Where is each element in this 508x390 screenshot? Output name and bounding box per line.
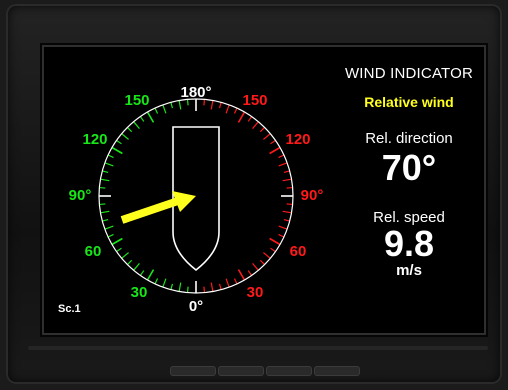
dial-tick [283, 218, 290, 222]
dial-tick [233, 107, 238, 114]
speed-value: 9.8 [383, 223, 435, 264]
dial-tick [278, 154, 285, 159]
dial-tick [286, 203, 293, 206]
dial-tick [259, 259, 266, 266]
port-label-60: 60 [85, 243, 102, 260]
dial-tick [107, 154, 114, 159]
dial-tick [126, 259, 133, 266]
dial-tick [100, 210, 110, 214]
dial-tick [263, 133, 271, 140]
dial-tick [218, 283, 222, 290]
dial-tick [170, 283, 174, 290]
dial-tick [162, 104, 167, 114]
dial-tick [203, 286, 206, 293]
dial-tick [104, 225, 114, 230]
dial-tick [225, 278, 230, 288]
dial-tick [270, 247, 276, 253]
bezel-divider [28, 346, 488, 350]
dial-tick [111, 146, 123, 155]
dial-tick [282, 210, 292, 214]
hardware-button-1[interactable] [170, 366, 216, 376]
hardware-button-4[interactable] [314, 366, 360, 376]
dial-tick [186, 286, 189, 293]
dial-tick [104, 162, 114, 167]
dial-tick [278, 162, 288, 167]
dial-tick [162, 278, 167, 288]
dial-tick [121, 252, 129, 259]
port-label-150: 150 [124, 92, 149, 109]
dial-tick [126, 126, 133, 133]
dial-label-0: 0° [189, 298, 203, 315]
dial-tick [178, 282, 182, 292]
dial-tick [210, 282, 214, 292]
dial-tick [286, 186, 293, 189]
dial-tick [102, 218, 109, 222]
dial-tick [139, 116, 145, 122]
dial-tick [99, 203, 106, 206]
dial-tick [121, 133, 129, 140]
dial-tick [146, 111, 155, 123]
panel-subtitle: Relative wind [364, 94, 454, 110]
dial-tick [270, 139, 276, 145]
direction-value: 70° [381, 147, 437, 188]
dial-tick [252, 121, 259, 129]
info-panel: WIND INDICATOR Relative wind Rel. direct… [334, 65, 484, 279]
dial-tick [170, 102, 174, 109]
direction-label: Rel. direction [365, 130, 453, 147]
starboard-label-30: 30 [247, 284, 264, 301]
dial-tick [146, 269, 155, 281]
speed-unit: m/s [396, 262, 422, 279]
dial-tick [282, 178, 292, 182]
dial-tick [210, 100, 214, 110]
dial-tick [237, 111, 246, 123]
wind-arrow-icon [120, 191, 196, 224]
dial-tick [178, 100, 182, 110]
starboard-label-150: 150 [242, 92, 267, 109]
dial-tick [225, 104, 230, 114]
dial-tick [102, 170, 109, 174]
starboard-label-60: 60 [290, 243, 307, 260]
port-label-90: 90° [69, 187, 92, 204]
starboard-label-120: 120 [285, 131, 310, 148]
dial-tick [100, 178, 110, 182]
port-label-30: 30 [131, 284, 148, 301]
dial-tick [133, 263, 140, 271]
dial-tick [278, 233, 285, 238]
dial-tick [247, 270, 253, 276]
dial-tick [263, 252, 271, 259]
dial-tick [237, 269, 246, 281]
dial-tick [154, 107, 159, 114]
dial-tick [139, 270, 145, 276]
dial-tick [252, 263, 259, 271]
dial-tick [269, 146, 281, 155]
starboard-label-90: 90° [301, 187, 324, 204]
dial-tick [247, 116, 253, 122]
dial-tick [218, 102, 222, 109]
dial-tick [133, 121, 140, 129]
dial-tick [111, 237, 123, 246]
panel-title: WIND INDICATOR [344, 65, 474, 82]
display-screen: 180° 0° 150 120 90° 60 30 150 120 90° 60… [42, 45, 486, 335]
hardware-button-3[interactable] [266, 366, 312, 376]
hardware-button-2[interactable] [218, 366, 264, 376]
port-label-120: 120 [82, 131, 107, 148]
dial-tick [154, 278, 159, 285]
dial-tick [233, 278, 238, 285]
dial-tick [107, 233, 114, 238]
dial-tick [283, 170, 290, 174]
scale-label: Sc.1 [58, 303, 81, 315]
dial-tick [116, 139, 122, 145]
hardware-button-row [170, 366, 360, 376]
dial-tick [259, 126, 266, 133]
dial-tick [278, 225, 288, 230]
dial-label-180: 180° [180, 84, 211, 101]
dial-tick [116, 247, 122, 253]
dial-tick [269, 237, 281, 246]
dial-tick [99, 186, 106, 189]
